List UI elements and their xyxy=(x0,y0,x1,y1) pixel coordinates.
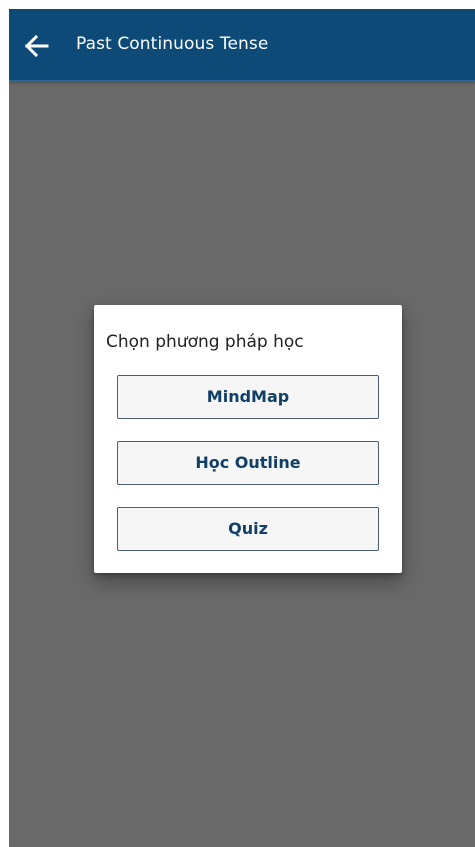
study-method-dialog: Chọn phương pháp học MindMap Học Outline… xyxy=(94,305,402,573)
back-button[interactable] xyxy=(19,29,53,63)
arrow-left-icon xyxy=(24,34,49,58)
mindmap-button[interactable]: MindMap xyxy=(117,375,379,419)
outline-button[interactable]: Học Outline xyxy=(117,441,379,485)
screen: Past Continuous Tense Chọn phương pháp h… xyxy=(9,9,475,847)
dialog-title: Chọn phương pháp học xyxy=(106,332,304,352)
page-title: Past Continuous Tense xyxy=(76,34,269,54)
quiz-button[interactable]: Quiz xyxy=(117,507,379,551)
app-bar: Past Continuous Tense xyxy=(9,9,475,81)
